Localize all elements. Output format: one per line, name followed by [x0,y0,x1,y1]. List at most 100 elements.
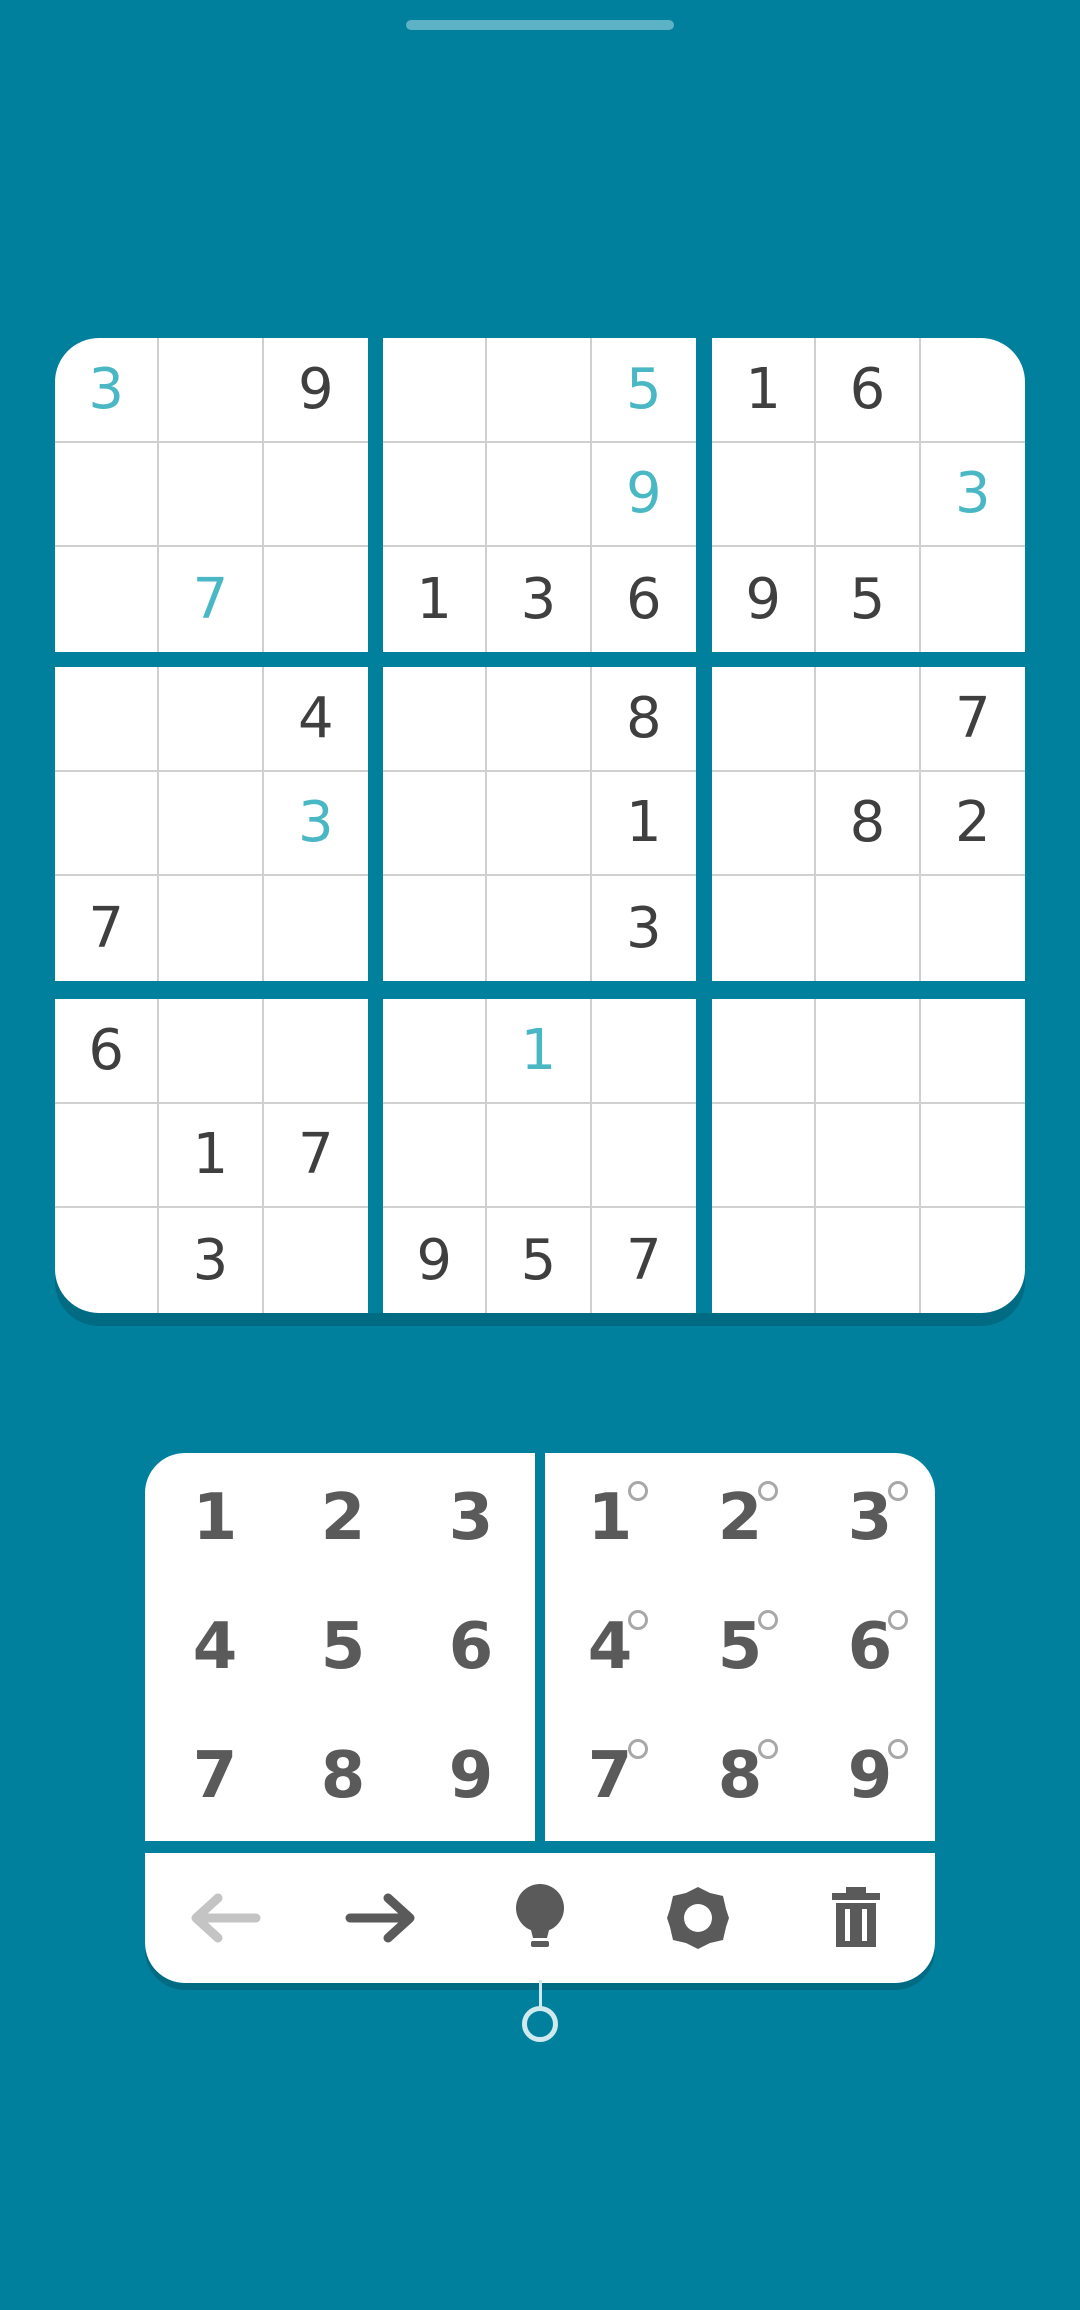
board-cell[interactable] [159,876,264,981]
board-cell[interactable] [383,667,488,772]
board-cell[interactable] [712,667,817,772]
board-cell[interactable] [263,443,368,548]
board-cell[interactable] [159,667,264,772]
board-cell[interactable] [920,999,1025,1104]
number-key[interactable]: 5 [279,1582,407,1711]
board-cell[interactable] [921,547,1025,652]
number-key[interactable]: 4 [151,1582,279,1711]
board-cell[interactable] [487,442,592,548]
board-cell[interactable] [383,999,488,1104]
board-cell[interactable] [55,771,160,877]
number-key[interactable]: 1 [151,1453,279,1582]
board-cell[interactable]: 9 [383,1208,488,1313]
board-cell[interactable]: 1 [487,999,592,1104]
board-cell[interactable] [383,338,488,443]
board-cell[interactable] [487,667,592,772]
board-cell[interactable]: 6 [55,999,160,1104]
redo-button[interactable] [332,1868,432,1968]
board-cell[interactable]: 1 [159,1103,264,1209]
board-cell[interactable] [487,771,592,877]
board-cell[interactable]: 8 [816,771,921,877]
board-cell[interactable]: 3 [55,338,160,443]
board-cell[interactable]: 7 [920,667,1025,772]
board-cell[interactable] [55,667,160,772]
board-cell[interactable] [816,1103,921,1209]
board-cell[interactable] [712,876,817,981]
board-cell[interactable]: 1 [591,772,696,877]
undo-button[interactable] [174,1868,274,1968]
board-cell[interactable] [816,999,921,1104]
note-key[interactable]: 5 [675,1582,805,1711]
board-cell[interactable]: 3 [487,547,592,652]
note-key[interactable]: 7 [545,1712,675,1841]
board-cell[interactable] [816,1208,921,1313]
board-cell[interactable]: 7 [55,876,160,981]
note-key[interactable]: 4 [545,1582,675,1711]
board-cell[interactable] [712,1103,817,1209]
board-cell[interactable] [591,1104,696,1209]
board-cell[interactable] [383,771,488,877]
note-key[interactable]: 2 [675,1453,805,1582]
drag-handle[interactable] [406,20,674,30]
board-cell[interactable] [712,999,817,1104]
board-cell[interactable] [263,999,368,1104]
number-key[interactable]: 9 [407,1712,535,1841]
board-cell[interactable] [159,999,264,1104]
hint-button[interactable] [490,1868,590,1968]
board-cell[interactable] [55,1208,160,1313]
board-cell[interactable] [383,876,488,981]
board-cell[interactable] [264,876,368,981]
board-cell[interactable] [920,1104,1025,1209]
board-cell[interactable] [816,667,921,772]
board-cell[interactable] [383,442,488,548]
number-key[interactable]: 6 [407,1582,535,1711]
board-cell[interactable]: 4 [263,667,368,772]
board-cell[interactable]: 3 [159,1208,264,1313]
board-cell[interactable]: 6 [592,547,696,652]
board-cell[interactable] [487,338,592,443]
settings-button[interactable] [648,1868,748,1968]
board-cell[interactable]: 2 [920,772,1025,877]
board-cell[interactable]: 9 [263,338,368,443]
note-key[interactable]: 6 [805,1582,935,1711]
board-cell[interactable] [55,1103,160,1209]
board-cell[interactable] [921,876,1025,981]
board-cell[interactable]: 9 [712,547,817,652]
board-cell[interactable]: 5 [816,547,921,652]
board-cell[interactable] [712,771,817,877]
board-cell[interactable]: 3 [592,876,696,981]
number-key[interactable]: 2 [279,1453,407,1582]
board-cell[interactable]: 5 [591,338,696,443]
board-cell[interactable] [487,876,592,981]
board-cell[interactable] [920,338,1025,443]
note-key[interactable]: 8 [675,1712,805,1841]
board-cell[interactable]: 7 [592,1208,696,1313]
board-cell[interactable]: 9 [591,443,696,548]
board-cell[interactable] [712,1208,817,1313]
board-cell[interactable] [55,442,160,548]
note-key[interactable]: 1 [545,1453,675,1582]
board-cell[interactable] [816,442,921,548]
board-cell[interactable] [159,442,264,548]
board-cell[interactable] [712,442,817,548]
number-key[interactable]: 8 [279,1712,407,1841]
board-cell[interactable]: 1 [383,547,488,652]
number-key[interactable]: 3 [407,1453,535,1582]
page-indicator-dot[interactable] [522,2006,558,2042]
board-cell[interactable]: 7 [159,547,264,652]
board-cell[interactable] [816,876,921,981]
board-cell[interactable]: 3 [920,443,1025,548]
number-key[interactable]: 7 [151,1712,279,1841]
board-cell[interactable] [264,1208,368,1313]
board-cell[interactable]: 8 [591,667,696,772]
board-cell[interactable]: 1 [712,338,817,443]
board-cell[interactable]: 7 [263,1104,368,1209]
board-cell[interactable]: 6 [816,338,921,443]
board-cell[interactable] [159,338,264,443]
board-cell[interactable]: 5 [487,1208,592,1313]
board-cell[interactable] [55,547,160,652]
board-cell[interactable] [921,1208,1025,1313]
note-key[interactable]: 3 [805,1453,935,1582]
delete-button[interactable] [806,1868,906,1968]
board-cell[interactable] [264,547,368,652]
